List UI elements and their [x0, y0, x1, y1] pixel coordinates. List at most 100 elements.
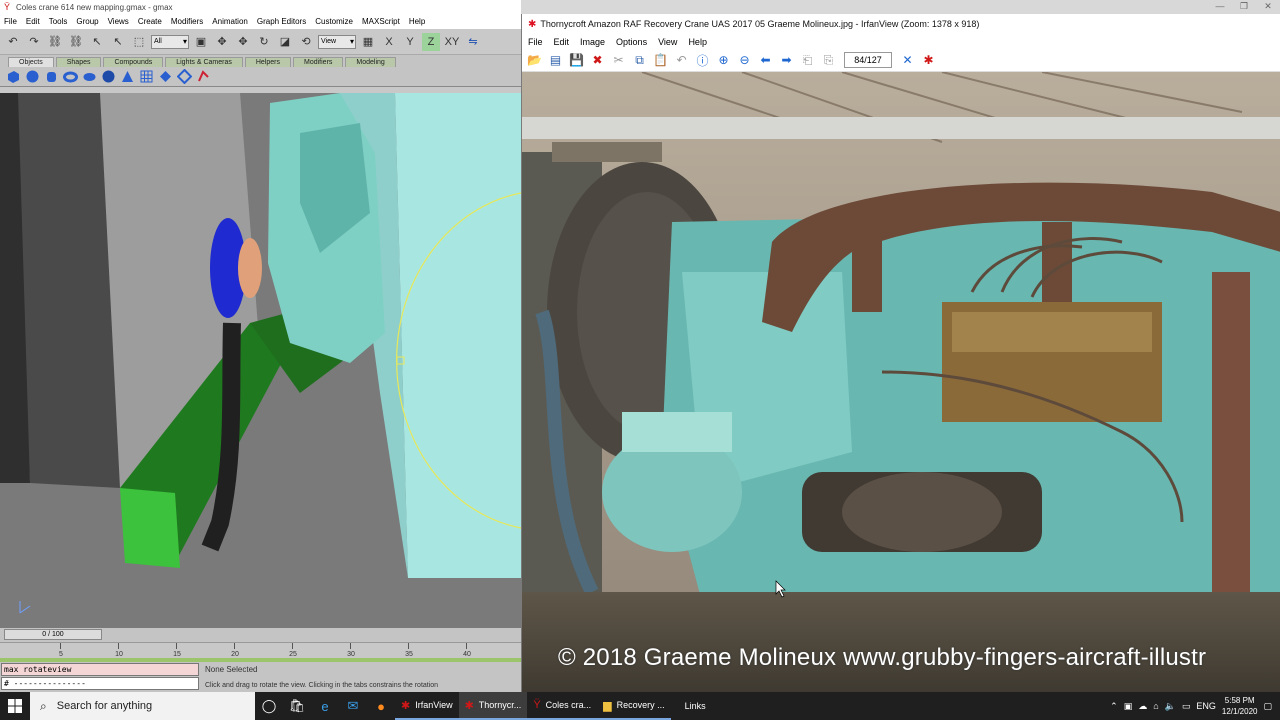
transform-icon[interactable]: ⟲: [297, 33, 315, 51]
grid-icon[interactable]: [139, 69, 154, 84]
axis-z-icon[interactable]: Z: [422, 32, 440, 51]
gmax-menu-customize[interactable]: Customize: [315, 17, 353, 26]
delete-icon[interactable]: ✖: [588, 51, 607, 70]
axis-x-icon[interactable]: X: [380, 33, 398, 51]
page-counter-field[interactable]: 84/127: [844, 52, 892, 68]
previous-icon[interactable]: ⬅: [756, 51, 775, 70]
time-slider-track[interactable]: 0 / 100: [0, 628, 521, 642]
geo-icon[interactable]: [177, 69, 192, 84]
select-name-icon[interactable]: ▣: [192, 33, 210, 51]
gmax-menu-tools[interactable]: Tools: [49, 17, 68, 26]
gmax-menu-create[interactable]: Create: [138, 17, 162, 26]
zoom-in-icon[interactable]: ⊕: [714, 51, 733, 70]
selection-filter-select[interactable]: All: [151, 34, 189, 49]
maxscript-listener-output[interactable]: max rotateview: [1, 663, 199, 676]
mail-icon[interactable]: ✉: [339, 692, 367, 720]
undo-icon[interactable]: ↶: [4, 33, 22, 51]
links-toolbar[interactable]: Links: [671, 692, 712, 720]
gmax-menu-file[interactable]: File: [4, 17, 17, 26]
start-button[interactable]: [0, 692, 30, 720]
mirror-icon[interactable]: ⇋: [464, 33, 482, 51]
geosphere-icon[interactable]: [101, 69, 116, 84]
task-irfanview[interactable]: ✱ IrfanView: [395, 692, 459, 720]
slideshow-icon[interactable]: ▤: [546, 51, 565, 70]
select-by-name-icon[interactable]: ↖: [109, 33, 127, 51]
task-coles-crane[interactable]: Ÿ Coles cra...: [527, 692, 598, 720]
unlink-icon[interactable]: ⛓: [67, 33, 85, 51]
irfan-menu-edit[interactable]: Edit: [554, 37, 570, 47]
minimize-icon[interactable]: —: [1208, 0, 1232, 14]
region-select-icon[interactable]: ⬚: [130, 33, 148, 51]
save-icon[interactable]: 💾: [567, 51, 586, 70]
timeline-ruler[interactable]: 5 10 15 20 25 30 35 40: [0, 642, 521, 662]
link-icon[interactable]: ⛓: [46, 33, 64, 51]
cylinder-icon[interactable]: [44, 69, 59, 84]
info-icon[interactable]: ⓘ: [693, 51, 712, 70]
gmax-menu-help[interactable]: Help: [409, 17, 425, 26]
notifications-icon[interactable]: ▢: [1263, 701, 1272, 712]
gmax-menu-graph-editors[interactable]: Graph Editors: [257, 17, 306, 26]
settings-tools-icon[interactable]: ✕: [898, 51, 917, 70]
paste-icon[interactable]: 📋: [651, 51, 670, 70]
firefox-icon[interactable]: ●: [367, 692, 395, 720]
reference-coord-select[interactable]: View: [318, 34, 356, 49]
move-icon[interactable]: ✥: [213, 33, 231, 51]
edge-icon[interactable]: e: [311, 692, 339, 720]
move-icon-2[interactable]: ✥: [234, 33, 252, 51]
gmax-menu-modifiers[interactable]: Modifiers: [171, 17, 203, 26]
taskbar-clock[interactable]: 5:58 PM 12/1/2020: [1222, 695, 1258, 717]
last-page-icon[interactable]: ⎘: [819, 51, 838, 70]
gmax-menu-edit[interactable]: Edit: [26, 17, 40, 26]
time-slider[interactable]: 0 / 100: [4, 629, 102, 640]
copy-icon[interactable]: ⧉: [630, 51, 649, 70]
sphere-icon[interactable]: [25, 69, 40, 84]
open-folder-icon[interactable]: 📂: [525, 51, 544, 70]
tab-helpers[interactable]: Helpers: [244, 57, 291, 67]
task-recovery-folder[interactable]: ▆ Recovery ...: [597, 692, 671, 720]
tab-compounds[interactable]: Compounds: [103, 57, 164, 67]
tab-modifiers[interactable]: Modifiers: [293, 57, 344, 67]
pivot-icon[interactable]: ▦: [359, 33, 377, 51]
task-thornycroft[interactable]: ✱ Thornycr...: [458, 692, 528, 720]
irfan-menu-image[interactable]: Image: [580, 37, 605, 47]
plane-icon[interactable]: [158, 69, 173, 84]
first-page-icon[interactable]: ⎗: [798, 51, 817, 70]
close-icon[interactable]: ✕: [1256, 0, 1280, 14]
tab-shapes[interactable]: Shapes: [55, 57, 102, 67]
network-icon[interactable]: ⌂: [1153, 701, 1158, 711]
zoom-out-icon[interactable]: ⊖: [735, 51, 754, 70]
tab-objects[interactable]: Objects: [8, 57, 54, 67]
teapot-icon[interactable]: [196, 69, 211, 84]
volume-icon[interactable]: 🔈: [1165, 701, 1176, 712]
show-hidden-icons-icon[interactable]: ⌃: [1110, 701, 1118, 712]
language-indicator[interactable]: ENG: [1196, 701, 1216, 711]
onedrive-icon[interactable]: ☁: [1138, 701, 1147, 712]
restore-icon[interactable]: ❐: [1232, 0, 1256, 14]
irfan-menu-options[interactable]: Options: [616, 37, 647, 47]
gmax-menu-group[interactable]: Group: [76, 17, 98, 26]
irfan-menu-file[interactable]: File: [528, 37, 543, 47]
image-canvas[interactable]: © 2018 Graeme Molineux www.grubby-finger…: [522, 72, 1280, 692]
irfan-menu-help[interactable]: Help: [688, 37, 707, 47]
axis-y-icon[interactable]: Y: [401, 33, 419, 51]
scale-icon[interactable]: ◪: [276, 33, 294, 51]
gmax-menu-maxscript[interactable]: MAXScript: [362, 17, 400, 26]
battery-icon[interactable]: ▭: [1182, 701, 1191, 712]
maxscript-listener-input[interactable]: # ---------------: [1, 677, 199, 690]
tray-app-icon[interactable]: ▣: [1124, 701, 1133, 712]
select-arrow-icon[interactable]: ↖: [88, 33, 106, 51]
torus-icon[interactable]: [63, 69, 78, 84]
perspective-viewport[interactable]: [0, 93, 521, 628]
taskbar-search-box[interactable]: ⌕ Search for anything: [30, 692, 255, 720]
irfan-menu-view[interactable]: View: [658, 37, 677, 47]
tab-lights-cameras[interactable]: Lights & Cameras: [165, 57, 243, 67]
undo-icon[interactable]: ↶: [672, 51, 691, 70]
axis-xy-icon[interactable]: XY: [443, 33, 461, 51]
store-icon[interactable]: 🛍: [283, 692, 311, 720]
rotate-icon[interactable]: ↻: [255, 33, 273, 51]
box-icon[interactable]: [6, 69, 21, 84]
cone-icon[interactable]: [120, 69, 135, 84]
tube-icon[interactable]: [82, 69, 97, 84]
tab-modeling[interactable]: Modeling: [345, 57, 396, 67]
next-icon[interactable]: ➡: [777, 51, 796, 70]
